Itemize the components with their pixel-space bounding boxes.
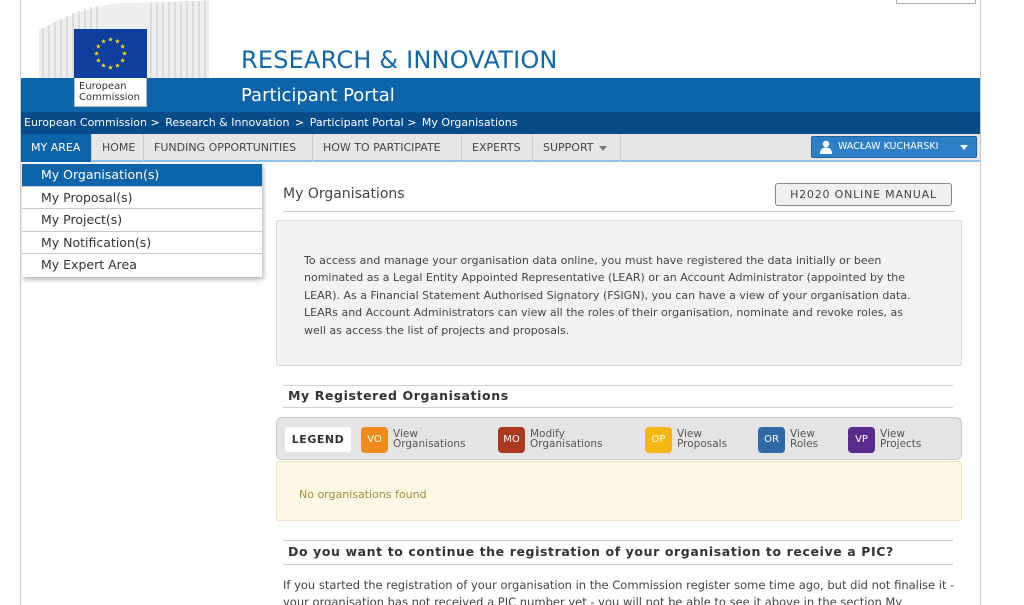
legend-line: Roles [790,438,819,450]
dropdown-my-expert-area[interactable]: My Expert Area [22,254,262,277]
breadcrumb-my-organisations: My Organisations [421,116,518,129]
eu-star-icon [108,36,113,42]
chevron-down-icon [598,145,607,151]
eu-star-icon [101,63,106,68]
breadcrumb-separator: > [295,116,305,129]
dropdown-my-proposals[interactable]: My Proposal(s) [22,187,262,210]
vo-badge-icon: VO [361,427,388,453]
nav-home[interactable]: HOME [92,134,144,162]
no-organisations-message: No organisations found [299,488,427,501]
continue-registration-text: If you started the registration of your … [283,577,963,605]
info-text: To access and manage your organisation d… [304,252,944,339]
page: RESEARCH & INNOVATION European Commissio… [20,0,981,605]
info-line: nominated as a Legal Entity Appointed Re… [304,271,905,285]
legend-bar: LEGEND VO View Organisations MO Modify O… [276,417,962,460]
nav-my-area[interactable]: MY AREA [21,134,92,162]
eu-stars-icon [94,36,127,70]
search-box-edge[interactable] [896,0,976,4]
legend-label: LEGEND [285,427,351,452]
breadcrumb-participant-portal[interactable]: Participant Portal > [310,116,417,129]
no-organisations-alert: No organisations found [276,461,962,521]
eu-star-icon [115,38,120,44]
legend-text: View Projects [880,429,922,450]
online-manual-button[interactable]: H2020 ONLINE MANUAL [775,183,952,206]
legend-text: View Roles [790,429,819,450]
nav-funding-opportunities[interactable]: FUNDING OPPORTUNITIES [144,134,313,162]
dropdown-my-projects[interactable]: My Project(s) [22,209,262,232]
eu-star-icon [94,50,99,56]
section-divider-top [283,385,953,386]
user-icon [820,140,832,154]
user-name: WACŁAW KUCHARSKI [838,141,939,152]
legend-line: Organisations [530,438,603,450]
logo-line-2: Commission [79,92,141,103]
eu-flag-logo[interactable] [74,29,147,78]
nav-experts[interactable]: EXPERTS [462,134,533,162]
eu-star-icon [95,57,101,63]
main-nav: MY AREA HOME FUNDING OPPORTUNITIES HOW T… [21,134,980,162]
info-panel: To access and manage your organisation d… [276,220,962,366]
section-divider-bottom [283,564,953,565]
breadcrumb-research-innovation[interactable]: Research & Innovation [165,116,289,129]
section-divider-bottom [283,407,953,408]
dropdown-my-notifications[interactable]: My Notification(s) [22,232,262,255]
title-divider [283,211,955,212]
continue-registration-heading: Do you want to continue the registration… [288,544,894,559]
logo-caption: European Commission [74,78,147,107]
mo-badge-icon: MO [498,427,525,453]
user-menu-button[interactable]: WACŁAW KUCHARSKI [811,136,977,158]
info-line: To access and manage your organisation d… [304,254,882,267]
section-divider-top [283,540,953,541]
info-line: LEARs and Account Administrators can vie… [304,306,903,320]
eu-star-icon [115,63,120,68]
portal-title[interactable]: Participant Portal [241,85,395,106]
info-line: well as access the list of projects and … [304,323,570,337]
info-line: LEAR). As a Financial Statement Authoris… [304,288,911,302]
nav-how-to-participate[interactable]: HOW TO PARTICIPATE [313,134,462,162]
body-line: If you started the registration of your … [283,578,955,592]
eu-star-icon [108,64,113,70]
legend-line: Proposals [677,438,728,450]
legend-text: Modify Organisations [530,429,603,450]
legend-line: Organisations [393,438,466,450]
eu-star-icon [122,50,127,56]
logo-line-1: European [79,81,127,92]
nav-support[interactable]: SUPPORT [533,134,621,162]
or-badge-icon: OR [758,427,785,453]
legend-text: View Proposals [677,429,728,450]
portal-band [21,78,980,112]
legend-line: Projects [880,438,922,450]
dropdown-my-organisations[interactable]: My Organisation(s) [22,164,262,187]
breadcrumb-european-commission[interactable]: European Commission > [24,116,160,129]
vp-badge-icon: VP [848,427,875,453]
legend-text: View Organisations [393,429,466,450]
site-title[interactable]: RESEARCH & INNOVATION [241,46,558,74]
breadcrumb: European Commission > Research & Innovat… [24,116,519,129]
registered-organisations-heading: My Registered Organisations [288,388,509,403]
eu-star-icon [101,38,106,44]
page-title: My Organisations [283,186,405,202]
nav-support-label: SUPPORT [543,141,594,154]
eu-star-icon [95,43,101,49]
op-badge-icon: OP [645,427,672,453]
my-area-dropdown: My Organisation(s) My Proposal(s) My Pro… [22,164,262,277]
eu-star-icon [120,57,126,63]
chevron-down-icon [960,145,968,150]
body-line: your organisation has not received a PIC… [283,595,903,605]
header: RESEARCH & INNOVATION [21,0,980,78]
eu-star-icon [120,43,126,49]
